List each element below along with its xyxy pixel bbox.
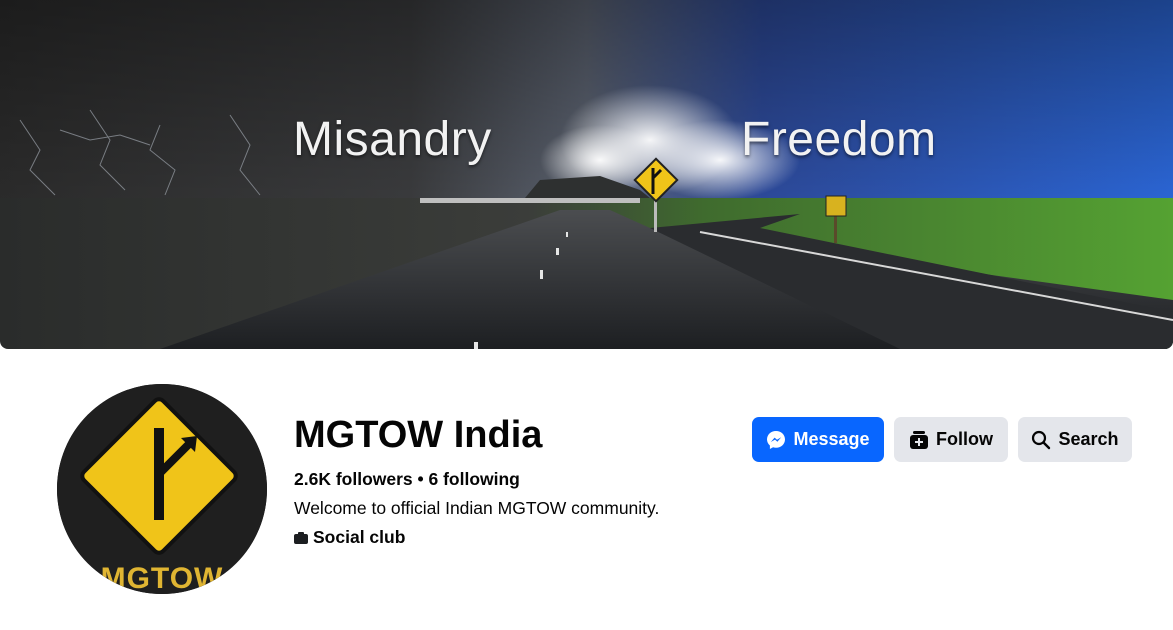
page-bio: Welcome to official Indian MGTOW communi…: [294, 498, 660, 518]
avatar-label: MGTOW: [100, 562, 224, 594]
search-button[interactable]: Search: [1018, 417, 1132, 462]
briefcase-icon: [294, 531, 308, 544]
messenger-icon: [766, 430, 786, 450]
follow-button[interactable]: Follow: [894, 417, 1008, 462]
search-label: Search: [1058, 429, 1119, 449]
page-title: MGTOW India: [294, 414, 543, 456]
follower-stats[interactable]: 2.6K followers • 6 following: [294, 469, 520, 490]
cover-photo[interactable]: Misandry Freedom: [0, 0, 1173, 349]
message-button[interactable]: Message: [752, 417, 884, 462]
follow-plus-icon: [909, 430, 929, 450]
cover-image: [0, 0, 1173, 349]
cover-word-misandry: Misandry: [293, 113, 492, 166]
message-label: Message: [793, 429, 870, 449]
cover-word-freedom: Freedom: [741, 113, 937, 166]
follow-label: Follow: [936, 429, 993, 449]
page-category: Social club: [294, 527, 405, 548]
search-icon: [1031, 430, 1051, 450]
category-label: Social club: [313, 527, 406, 547]
profile-avatar[interactable]: MGTOW: [57, 384, 267, 594]
